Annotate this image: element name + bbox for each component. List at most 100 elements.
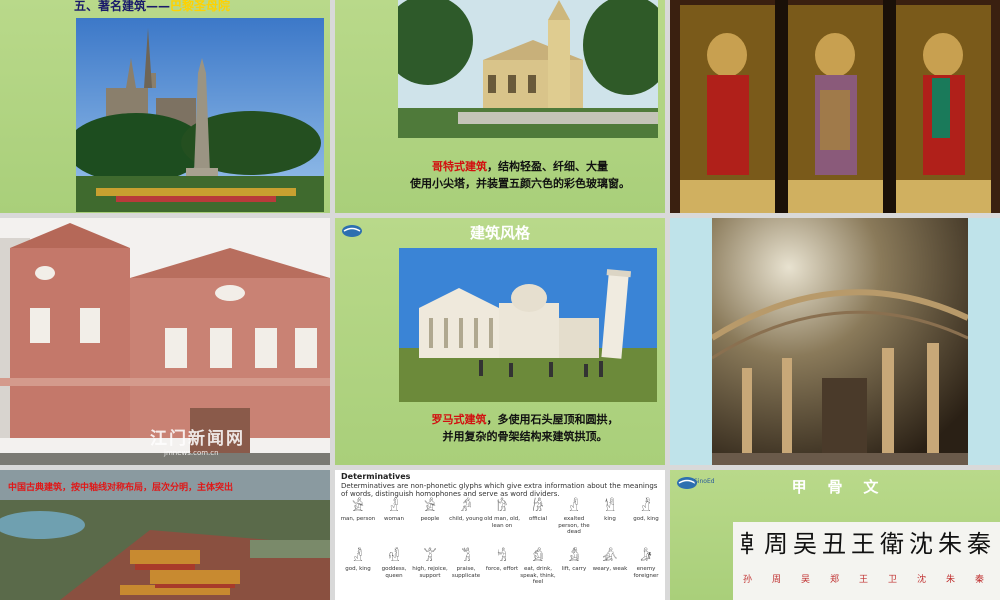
hieroglyph-icon: 𓀀 <box>424 500 436 515</box>
hieroglyph-icon: 𓀠 <box>423 550 437 565</box>
glyph-cell: 𓀀 people <box>411 500 449 548</box>
glyph-label: woman <box>383 516 405 522</box>
glyph-cell: 𓀁 eat, drink, speak, think, feel <box>519 550 557 598</box>
glyph-cell: 𓀏 enemy foreigner <box>627 550 665 598</box>
notre-dame-photo <box>76 18 324 212</box>
oracle-name: 朱 <box>946 575 956 585</box>
oracle-name: 沈 <box>917 575 927 585</box>
oracle-glyph: 𠦝 <box>735 530 759 558</box>
glyph-label: enemy foreigner <box>633 566 659 579</box>
watermark-url: jmnews.com.cn <box>164 449 219 457</box>
oracle-glyph: 吴 <box>793 530 817 558</box>
slide-gothic[interactable]: 哥特式建筑，结构轻盈、纤细、大量 使用小尖塔，并装置五颜六色的彩色玻璃窗。 <box>335 0 665 213</box>
glyph-cell: 𓁚 god, king <box>339 550 377 598</box>
oracle-name: 王 <box>859 575 869 585</box>
glyph-cell: 𓀙 official <box>519 500 557 548</box>
hieroglyph-icon: 𓀯 <box>641 500 651 515</box>
glyph-label: man, person <box>340 516 376 522</box>
slide-heading: 五、著名建筑——巴黎圣母院 <box>74 0 230 14</box>
hieroglyph-icon: 𓀁 <box>532 550 544 565</box>
glyph-label: high, rejoice, support <box>412 566 448 579</box>
slide-chinese-architecture[interactable]: 中国古典建筑，按中轴线对称布局，层次分明，主体突出 <box>0 470 330 600</box>
oracle-name: 孙 <box>743 575 753 585</box>
slide-determinatives[interactable]: Determinatives Determinatives are non-ph… <box>335 470 665 600</box>
oracle-glyph: 周 <box>764 530 788 558</box>
hieroglyph-icon: 𓀗 <box>496 500 508 515</box>
glyph-label: king <box>604 516 616 522</box>
glyph-cell: 𓁐 woman <box>375 500 413 548</box>
hieroglyph-icon: 𓀭 <box>569 500 579 515</box>
hieroglyph-icon: 𓀢 <box>461 550 471 565</box>
slide-brick-building[interactable]: 江门新闻网 jmnews.com.cn <box>0 218 330 465</box>
watermark-cn: 江门新闻网 <box>150 429 245 449</box>
oracle-glyph: 丑 <box>822 530 846 558</box>
glyph-label: god, king <box>633 516 659 522</box>
oracle-title: 甲 骨 文 <box>791 478 879 496</box>
heading-highlight: 巴黎圣母院 <box>170 0 231 13</box>
stained-glass-photo <box>670 0 1000 213</box>
gothic-caption: 哥特式建筑，结构轻盈、纤细、大量 使用小尖塔，并装置五颜六色的彩色玻璃窗。 <box>375 158 665 192</box>
hieroglyph-icon: 𓁐 <box>389 500 399 515</box>
gothic-highlight: 哥特式建筑 <box>432 160 487 173</box>
glyph-cell: 𓀗 old man, old, lean on <box>483 500 521 548</box>
slide-notre-dame[interactable]: 五、著名建筑——巴黎圣母院 <box>0 0 330 213</box>
romanesque-caption-line1: ，多使用石头屋顶和圆拱， <box>486 413 619 426</box>
oracle-name: 吴 <box>801 575 811 585</box>
romanesque-highlight: 罗马式建筑 <box>431 413 487 426</box>
determinatives-title: Determinatives <box>341 472 411 481</box>
glyph-label: old man, old, lean on <box>484 516 520 529</box>
glyph-cell: 𓀠 high, rejoice, support <box>411 550 449 598</box>
hieroglyph-icon: 𓀮 <box>605 500 615 515</box>
romanesque-title: 建筑风格 <box>469 224 530 242</box>
glyph-cell: 𓀀 man, person <box>339 500 377 548</box>
pantheon-photo <box>712 218 968 465</box>
glyph-cell: 𓀢 praise, supplicate <box>447 550 485 598</box>
romanesque-caption: 罗马式建筑，多使用石头屋顶和圆拱， 并用复杂的骨架结构来建筑拱顶。 <box>385 411 665 445</box>
glyph-cell: 𓀯 god, king <box>627 500 665 548</box>
glyph-cell: 𓀔 child, young <box>447 500 485 548</box>
oracle-glyph-strip: 𠦝周吴丑王衛沈朱秦孙周吴郑王卫沈朱秦 <box>733 522 1000 600</box>
glyph-label: weary, weak <box>592 566 628 572</box>
hieroglyph-icon: 𓀙 <box>532 500 544 515</box>
glyph-label: force, effort <box>485 566 519 572</box>
hieroglyph-icon: 𓀜 <box>497 550 507 565</box>
glyph-label: eat, drink, speak, think, feel <box>520 566 556 585</box>
oracle-glyph: 沈 <box>909 530 933 558</box>
slide-pantheon[interactable] <box>670 218 1000 465</box>
glyph-label: god, king <box>345 566 371 572</box>
hieroglyph-icon: 𓀉 <box>602 550 618 565</box>
glyph-cell: 𓀭 exalted person, the dead <box>555 500 593 548</box>
glyph-cell: 𓀉 weary, weak <box>591 550 629 598</box>
gothic-caption-line2: 使用小尖塔，并装置五颜六色的彩色玻璃窗。 <box>410 177 630 190</box>
glyph-cell: 𓀋 lift, carry <box>555 550 593 598</box>
glyph-label: official <box>528 516 548 522</box>
oracle-name: 周 <box>772 575 782 585</box>
glyph-label: praise, supplicate <box>451 566 481 579</box>
glyph-cell: 𓀜 force, effort <box>483 550 521 598</box>
oracle-name: 秦 <box>975 575 985 585</box>
pisa-photo <box>399 248 657 402</box>
glyph-label: goddess, queen <box>381 566 407 579</box>
gothic-caption-line1: ，结构轻盈、纤细、大量 <box>487 160 608 173</box>
romanesque-caption-line2: 并用复杂的骨架结构来建筑拱顶。 <box>442 430 608 443</box>
oracle-glyph: 秦 <box>967 530 991 558</box>
glyph-label: lift, carry <box>561 566 587 572</box>
heading-text: 五、著名建筑—— <box>74 0 171 13</box>
hieroglyph-icon: 𓁗 <box>388 550 400 565</box>
glyph-label: exalted person, the dead <box>558 516 590 535</box>
hieroglyph-icon: 𓀋 <box>568 550 580 565</box>
gothic-church-photo <box>398 0 658 138</box>
hieroglyph-icon: 𓁚 <box>353 550 363 565</box>
oracle-name: 卫 <box>888 575 898 585</box>
oracle-name: 郑 <box>830 575 840 585</box>
glyph-cell: 𓁗 goddess, queen <box>375 550 413 598</box>
hieroglyph-icon: 𓀔 <box>460 500 472 515</box>
hieroglyph-icon: 𓀀 <box>352 500 364 515</box>
determinatives-description: Determinatives are non-phonetic glyphs w… <box>341 482 658 498</box>
glyph-label: people <box>420 516 440 522</box>
oracle-glyph: 衛 <box>880 530 904 558</box>
glyph-label: child, young <box>449 516 483 522</box>
slide-romanesque[interactable]: 建筑风格 罗马式建筑，多使用石头屋顶和圆拱， 并用复杂的骨架结构来建筑拱顶。 <box>335 218 665 465</box>
slide-stained-glass[interactable] <box>670 0 1000 213</box>
hieroglyph-icon: 𓀏 <box>640 550 652 565</box>
